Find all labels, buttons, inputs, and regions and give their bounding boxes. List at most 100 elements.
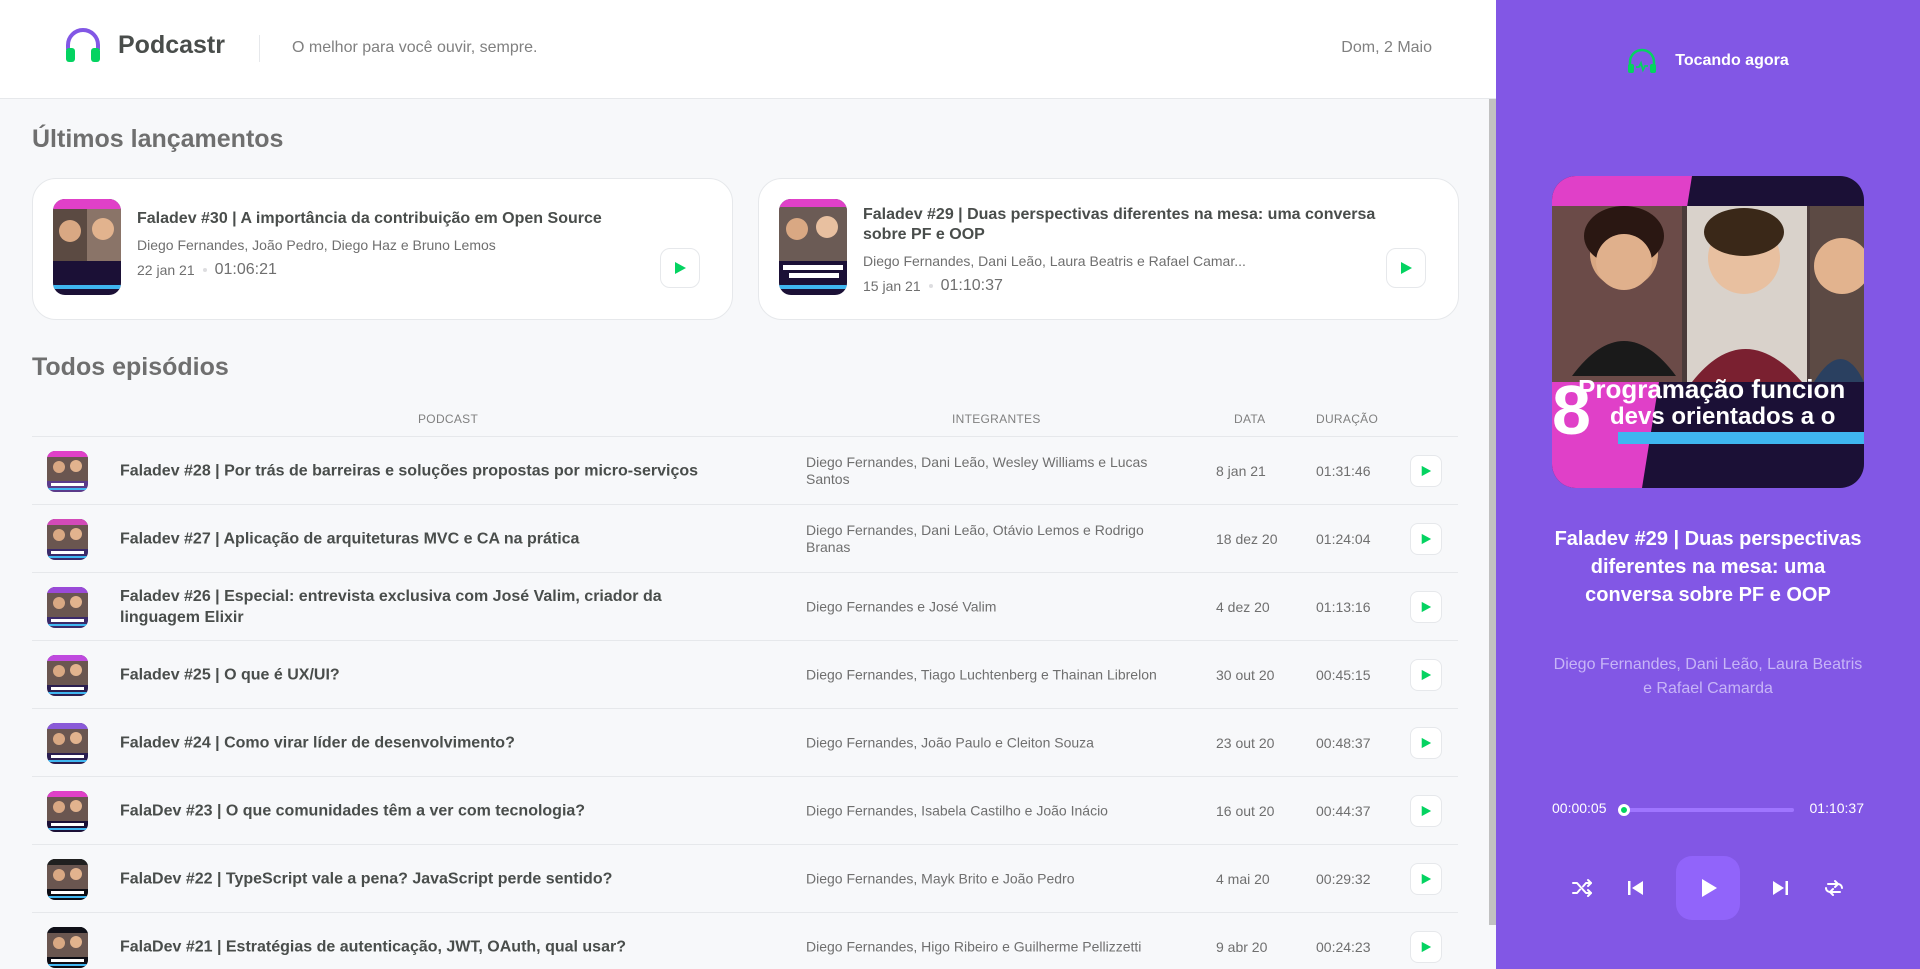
play-episode-button[interactable] bbox=[1410, 455, 1442, 487]
episode-members: Diego Fernandes, Dani Leão, Wesley Willi… bbox=[806, 453, 1148, 487]
play-icon bbox=[1421, 533, 1432, 545]
episode-title-link[interactable]: Faladev #29 | Duas perspectivas diferent… bbox=[863, 206, 1375, 243]
play-icon bbox=[1421, 601, 1432, 613]
play-icon bbox=[1401, 262, 1412, 274]
episodes-table: Podcast Integrantes Data Duração Faladev… bbox=[32, 402, 1458, 969]
episode-duration: 01:24:04 bbox=[1316, 530, 1371, 547]
episode-thumbnail[interactable] bbox=[47, 859, 88, 900]
episode-thumbnail[interactable] bbox=[47, 791, 88, 832]
progress-section: 00:00:05 01:10:37 bbox=[1552, 800, 1864, 818]
episode-members: Diego Fernandes, Dani Leão, Otávio Lemos… bbox=[806, 521, 1144, 555]
episode-members: Diego Fernandes e José Valim bbox=[806, 598, 997, 614]
episode-title-link[interactable]: Faladev #25 | O que é UX/UI? bbox=[120, 664, 720, 685]
episode-thumbnail[interactable] bbox=[47, 723, 88, 764]
table-row[interactable]: Faladev #27 | Aplicação de arquiteturas … bbox=[32, 505, 1458, 573]
app-name: Podcastr bbox=[118, 30, 225, 59]
episode-meta: 15 jan 21 01:10:37 bbox=[863, 277, 1378, 295]
episode-details: Faladev #29 | Duas perspectivas diferent… bbox=[863, 205, 1378, 295]
table-row[interactable]: FalaDev #23 | O que comunidades têm a ve… bbox=[32, 777, 1458, 845]
episode-duration: 01:10:37 bbox=[940, 277, 1003, 294]
table-row[interactable]: Faladev #25 | O que é UX/UI? Diego Ferna… bbox=[32, 641, 1458, 709]
episode-members: Diego Fernandes, Dani Leão, Laura Beatri… bbox=[863, 253, 1246, 269]
table-row[interactable]: Faladev #28 | Por trás de barreiras e so… bbox=[32, 437, 1458, 505]
episode-duration: 01:06:21 bbox=[214, 261, 277, 278]
table-row[interactable]: FalaDev #22 | TypeScript vale a pena? Ja… bbox=[32, 845, 1458, 913]
episode-members: Diego Fernandes, Isabela Castilho e João… bbox=[806, 802, 1108, 818]
episode-date: 8 jan 21 bbox=[1216, 462, 1266, 479]
player-controls bbox=[1552, 856, 1864, 920]
episode-members: Diego Fernandes, Mayk Brito e João Pedro bbox=[806, 870, 1075, 886]
play-icon bbox=[675, 262, 686, 274]
playing-episode-title: Faladev #29 | Duas perspectivas diferent… bbox=[1554, 528, 1862, 606]
episode-thumbnail[interactable] bbox=[47, 451, 88, 492]
play-episode-button[interactable] bbox=[1410, 523, 1442, 555]
play-pause-button[interactable] bbox=[1676, 856, 1740, 920]
header-divider bbox=[259, 35, 260, 62]
latest-episode-card[interactable]: Faladev #29 | Duas perspectivas diferent… bbox=[758, 178, 1459, 320]
episode-title-link[interactable]: FalaDev #23 | O que comunidades têm a ve… bbox=[120, 800, 720, 821]
episode-thumbnail[interactable] bbox=[779, 199, 847, 295]
previous-button[interactable] bbox=[1622, 874, 1650, 902]
episode-duration: 00:29:32 bbox=[1316, 870, 1371, 887]
episode-date: 16 out 20 bbox=[1216, 802, 1275, 819]
episode-thumbnail[interactable] bbox=[47, 519, 88, 560]
player-panel: Tocando agora 8 Programação funcion devs… bbox=[1496, 0, 1920, 969]
episode-thumbnail[interactable] bbox=[53, 199, 121, 295]
episode-members: Diego Fernandes, Tiago Luchtenberg e Tha… bbox=[806, 666, 1157, 682]
next-button[interactable] bbox=[1766, 874, 1794, 902]
tagline: O melhor para você ouvir, sempre. bbox=[292, 39, 538, 56]
play-episode-button[interactable] bbox=[1410, 659, 1442, 691]
progress-handle[interactable] bbox=[1617, 804, 1630, 816]
shuffle-button[interactable] bbox=[1568, 874, 1596, 902]
episode-title-link[interactable]: Faladev #26 | Especial: entrevista exclu… bbox=[120, 586, 720, 628]
episode-title-link[interactable]: FalaDev #22 | TypeScript vale a pena? Ja… bbox=[120, 868, 720, 889]
main-content: Podcastr O melhor para você ouvir, sempr… bbox=[0, 0, 1496, 969]
episode-members: Diego Fernandes, João Paulo e Cleiton So… bbox=[806, 734, 1094, 750]
episode-duration: 01:13:16 bbox=[1316, 598, 1371, 615]
play-icon bbox=[1421, 737, 1432, 749]
current-time: 00:00:05 bbox=[1552, 800, 1607, 816]
previous-icon bbox=[1628, 881, 1643, 895]
table-row[interactable]: FalaDev #21 | Estratégias de autenticaçã… bbox=[32, 913, 1458, 969]
play-icon bbox=[1421, 805, 1432, 817]
play-episode-button[interactable] bbox=[1386, 248, 1426, 288]
episode-members: Diego Fernandes, Higo Ribeiro e Guilherm… bbox=[806, 938, 1142, 954]
table-row[interactable]: Faladev #24 | Como virar líder de desenv… bbox=[32, 709, 1458, 777]
episode-title-link[interactable]: Faladev #28 | Por trás de barreiras e so… bbox=[120, 460, 720, 481]
repeat-button[interactable] bbox=[1820, 874, 1848, 902]
scrollbar[interactable] bbox=[1489, 99, 1496, 925]
episode-date: 18 dez 20 bbox=[1216, 530, 1278, 547]
play-episode-button[interactable] bbox=[660, 248, 700, 288]
episode-date: 23 out 20 bbox=[1216, 734, 1275, 751]
current-date: Dom, 2 Maio bbox=[1341, 39, 1432, 56]
episode-duration: 00:45:15 bbox=[1316, 666, 1371, 683]
column-podcast: Podcast bbox=[418, 412, 479, 426]
latest-episode-card[interactable]: Faladev #30 | A importância da contribui… bbox=[32, 178, 733, 320]
episode-thumbnail[interactable] bbox=[47, 927, 88, 968]
episode-title-link[interactable]: FalaDev #21 | Estratégias de autenticaçã… bbox=[120, 936, 720, 957]
episode-cover: 8 Programação funcion devs orientados a … bbox=[1552, 176, 1864, 488]
all-episodes-title: Todos episódios bbox=[32, 353, 229, 381]
play-episode-button[interactable] bbox=[1410, 931, 1442, 963]
episode-title-link[interactable]: Faladev #27 | Aplicação de arquiteturas … bbox=[120, 528, 720, 549]
episode-date: 4 mai 20 bbox=[1216, 870, 1270, 887]
episode-thumbnail[interactable] bbox=[47, 655, 88, 696]
progress-slider[interactable] bbox=[1617, 804, 1794, 816]
headphones-icon bbox=[1628, 48, 1657, 73]
episode-title-link[interactable]: Faladev #30 | A importância da contribui… bbox=[137, 210, 602, 227]
column-duration: Duração bbox=[1316, 412, 1379, 426]
episode-thumbnail[interactable] bbox=[47, 587, 88, 628]
app-header: Podcastr O melhor para você ouvir, sempr… bbox=[0, 0, 1496, 99]
play-episode-button[interactable] bbox=[1410, 795, 1442, 827]
logo[interactable]: Podcastr bbox=[64, 26, 225, 64]
episode-meta: 22 jan 21 01:06:21 bbox=[137, 261, 652, 279]
meta-separator bbox=[202, 268, 207, 272]
episode-title-link[interactable]: Faladev #24 | Como virar líder de desenv… bbox=[120, 732, 720, 753]
table-row[interactable]: Faladev #26 | Especial: entrevista exclu… bbox=[32, 573, 1458, 641]
play-episode-button[interactable] bbox=[1410, 863, 1442, 895]
episode-date: 4 dez 20 bbox=[1216, 598, 1270, 615]
play-icon bbox=[1421, 669, 1432, 681]
play-episode-button[interactable] bbox=[1410, 727, 1442, 759]
episode-duration: 00:48:37 bbox=[1316, 734, 1371, 751]
play-episode-button[interactable] bbox=[1410, 591, 1442, 623]
